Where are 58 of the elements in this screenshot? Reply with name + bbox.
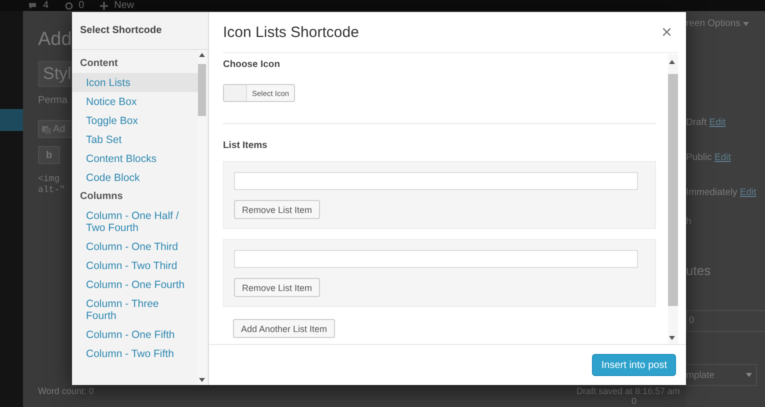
category-heading: Content (79, 57, 119, 71)
attributes-heading: utes (686, 263, 712, 278)
code-line: alt-" (38, 185, 66, 196)
add-list-item-button[interactable]: Add Another List Item (233, 319, 336, 338)
caret-icon (746, 373, 752, 377)
permalink-label: Perma (38, 95, 68, 106)
status-row-text: Public Edit (686, 152, 732, 163)
new-link[interactable]: New (114, 0, 134, 10)
list-item-input[interactable] (234, 250, 638, 268)
status-row-text: Immediately Edit (686, 187, 758, 198)
remove-list-item-button[interactable]: Remove List Item (234, 278, 320, 297)
sidebar-title: Select Shortcode (72, 12, 208, 50)
shortcode-item[interactable]: Tab Set (72, 130, 198, 149)
remove-list-item-button[interactable]: Remove List Item (234, 200, 320, 219)
modal-title: Icon Lists Shortcode (223, 24, 359, 40)
shortcode-item[interactable]: Content Blocks (72, 149, 198, 168)
scroll-up-icon[interactable] (669, 60, 675, 64)
footer-number: 0 (631, 396, 636, 406)
screen-options-tab[interactable]: reen Options (686, 18, 740, 29)
title-field[interactable]: Styl (38, 61, 73, 87)
scrollbar-thumb[interactable] (668, 74, 678, 306)
shortcode-item[interactable]: Notice Box (72, 92, 198, 111)
shortcode-item[interactable]: Column - One Half / Two Fourth (72, 206, 198, 237)
plus-icon[interactable] (100, 2, 108, 10)
shortcode-item[interactable]: Toggle Box (72, 111, 198, 130)
page-title: Add (38, 29, 72, 51)
shortcode-item[interactable]: Column - Three Fourth (72, 294, 198, 325)
code-line: <img (38, 174, 61, 185)
insert-into-post-button[interactable]: Insert into post (592, 354, 676, 376)
scroll-up-icon[interactable] (199, 53, 205, 57)
edit-link[interactable]: Edit (714, 152, 731, 163)
caret-icon (743, 22, 750, 26)
shortcode-item[interactable]: Column - One Third (72, 237, 198, 256)
active-menu-marker (0, 109, 23, 131)
list-item-input[interactable] (234, 172, 638, 190)
scrollbar[interactable] (668, 54, 678, 344)
media-icon (42, 124, 51, 134)
update-count: 0 (78, 0, 84, 10)
shortcode-item[interactable]: Code Block (72, 168, 198, 187)
shortcode-item[interactable]: Column - Two Third (72, 256, 198, 275)
scroll-down-icon[interactable] (199, 378, 205, 382)
shortcode-item[interactable]: Icon Lists (72, 73, 198, 92)
shortcode-item[interactable]: Column - Two Fifth (72, 344, 198, 363)
list-items-label: List Items (223, 140, 268, 151)
shortcode-item[interactable]: Column - One Fourth (72, 275, 198, 294)
scrollbar-thumb[interactable] (198, 64, 206, 116)
edit-link[interactable]: Edit (740, 187, 756, 198)
shortcode-item[interactable]: Column - One Fifth (72, 325, 198, 344)
choose-icon-label: Choose Icon (223, 59, 282, 70)
status-row-text: Draft Edit (686, 117, 727, 128)
comment-count: 4 (43, 0, 49, 10)
scroll-down-icon[interactable] (669, 336, 675, 340)
scrollbar[interactable] (198, 50, 206, 385)
comment-bubble-icon[interactable] (28, 2, 37, 10)
close-button[interactable]: × (661, 22, 672, 42)
refresh-icon[interactable] (64, 2, 73, 10)
category-heading: Columns (79, 190, 124, 204)
edit-link[interactable]: Edit (709, 117, 726, 128)
